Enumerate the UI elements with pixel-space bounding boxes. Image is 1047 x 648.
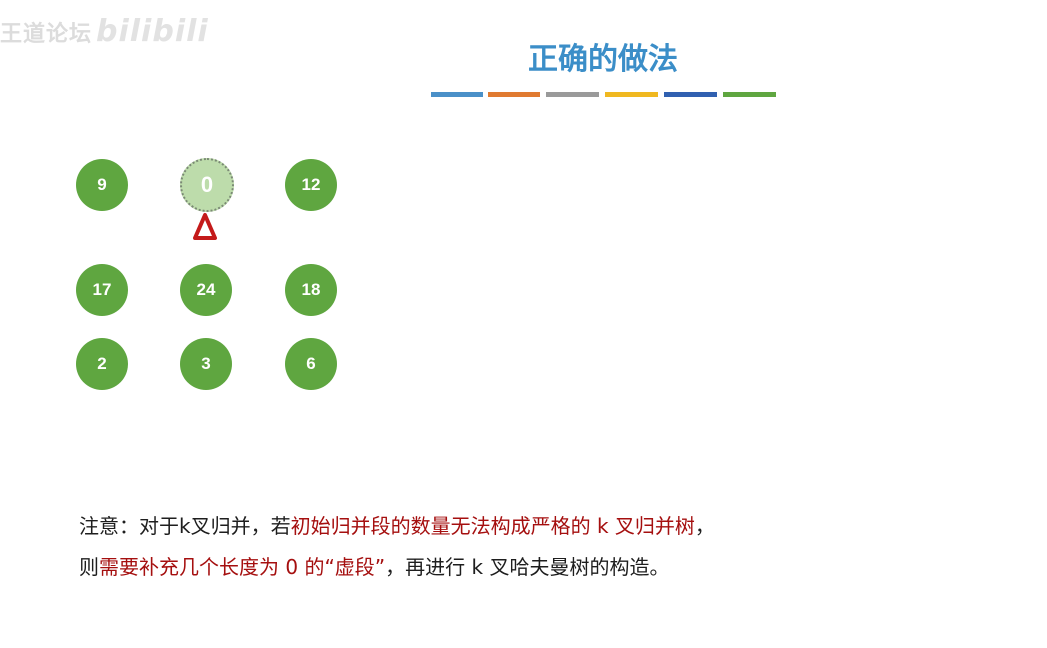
note-line-2: 则需要补充几个长度为 0 的“虚段”，再进行 k 叉哈夫曼树的构造。 bbox=[79, 551, 669, 580]
node-6: 6 bbox=[285, 338, 337, 390]
node-2: 2 bbox=[76, 338, 128, 390]
note-line-2-highlight: 需要补充几个长度为 0 的“虚段” bbox=[99, 555, 386, 579]
node-12: 12 bbox=[285, 159, 337, 211]
slide-title: 正确的做法 bbox=[528, 42, 678, 77]
node-17: 17 bbox=[76, 264, 128, 316]
color-bar-segment-6 bbox=[723, 92, 776, 97]
virtual-node-0: 0 bbox=[180, 158, 234, 212]
note-line-1-highlight: 初始归并段的数量无法构成严格的 k 叉归并树 bbox=[290, 514, 695, 538]
note-line-2-end: ，再进行 k 叉哈夫曼树的构造。 bbox=[385, 555, 670, 579]
note-line-1-start: 注意：对于k叉归并，若 bbox=[79, 514, 291, 538]
color-bar-segment-2 bbox=[488, 92, 540, 97]
node-9: 9 bbox=[76, 159, 128, 211]
node-24: 24 bbox=[180, 264, 232, 316]
color-bar-segment-3 bbox=[546, 92, 599, 97]
pointer-triangle-icon bbox=[193, 213, 217, 240]
node-3: 3 bbox=[180, 338, 232, 390]
note-line-1: 注意：对于k叉归并，若初始归并段的数量无法构成严格的 k 叉归并树， bbox=[79, 510, 715, 539]
color-bar-segment-5 bbox=[664, 92, 717, 97]
color-bar-segment-4 bbox=[605, 92, 658, 97]
node-18: 18 bbox=[285, 264, 337, 316]
note-line-2-start: 则 bbox=[79, 555, 99, 579]
color-bar-segment-1 bbox=[431, 92, 483, 97]
note-line-1-end: ， bbox=[694, 514, 715, 538]
